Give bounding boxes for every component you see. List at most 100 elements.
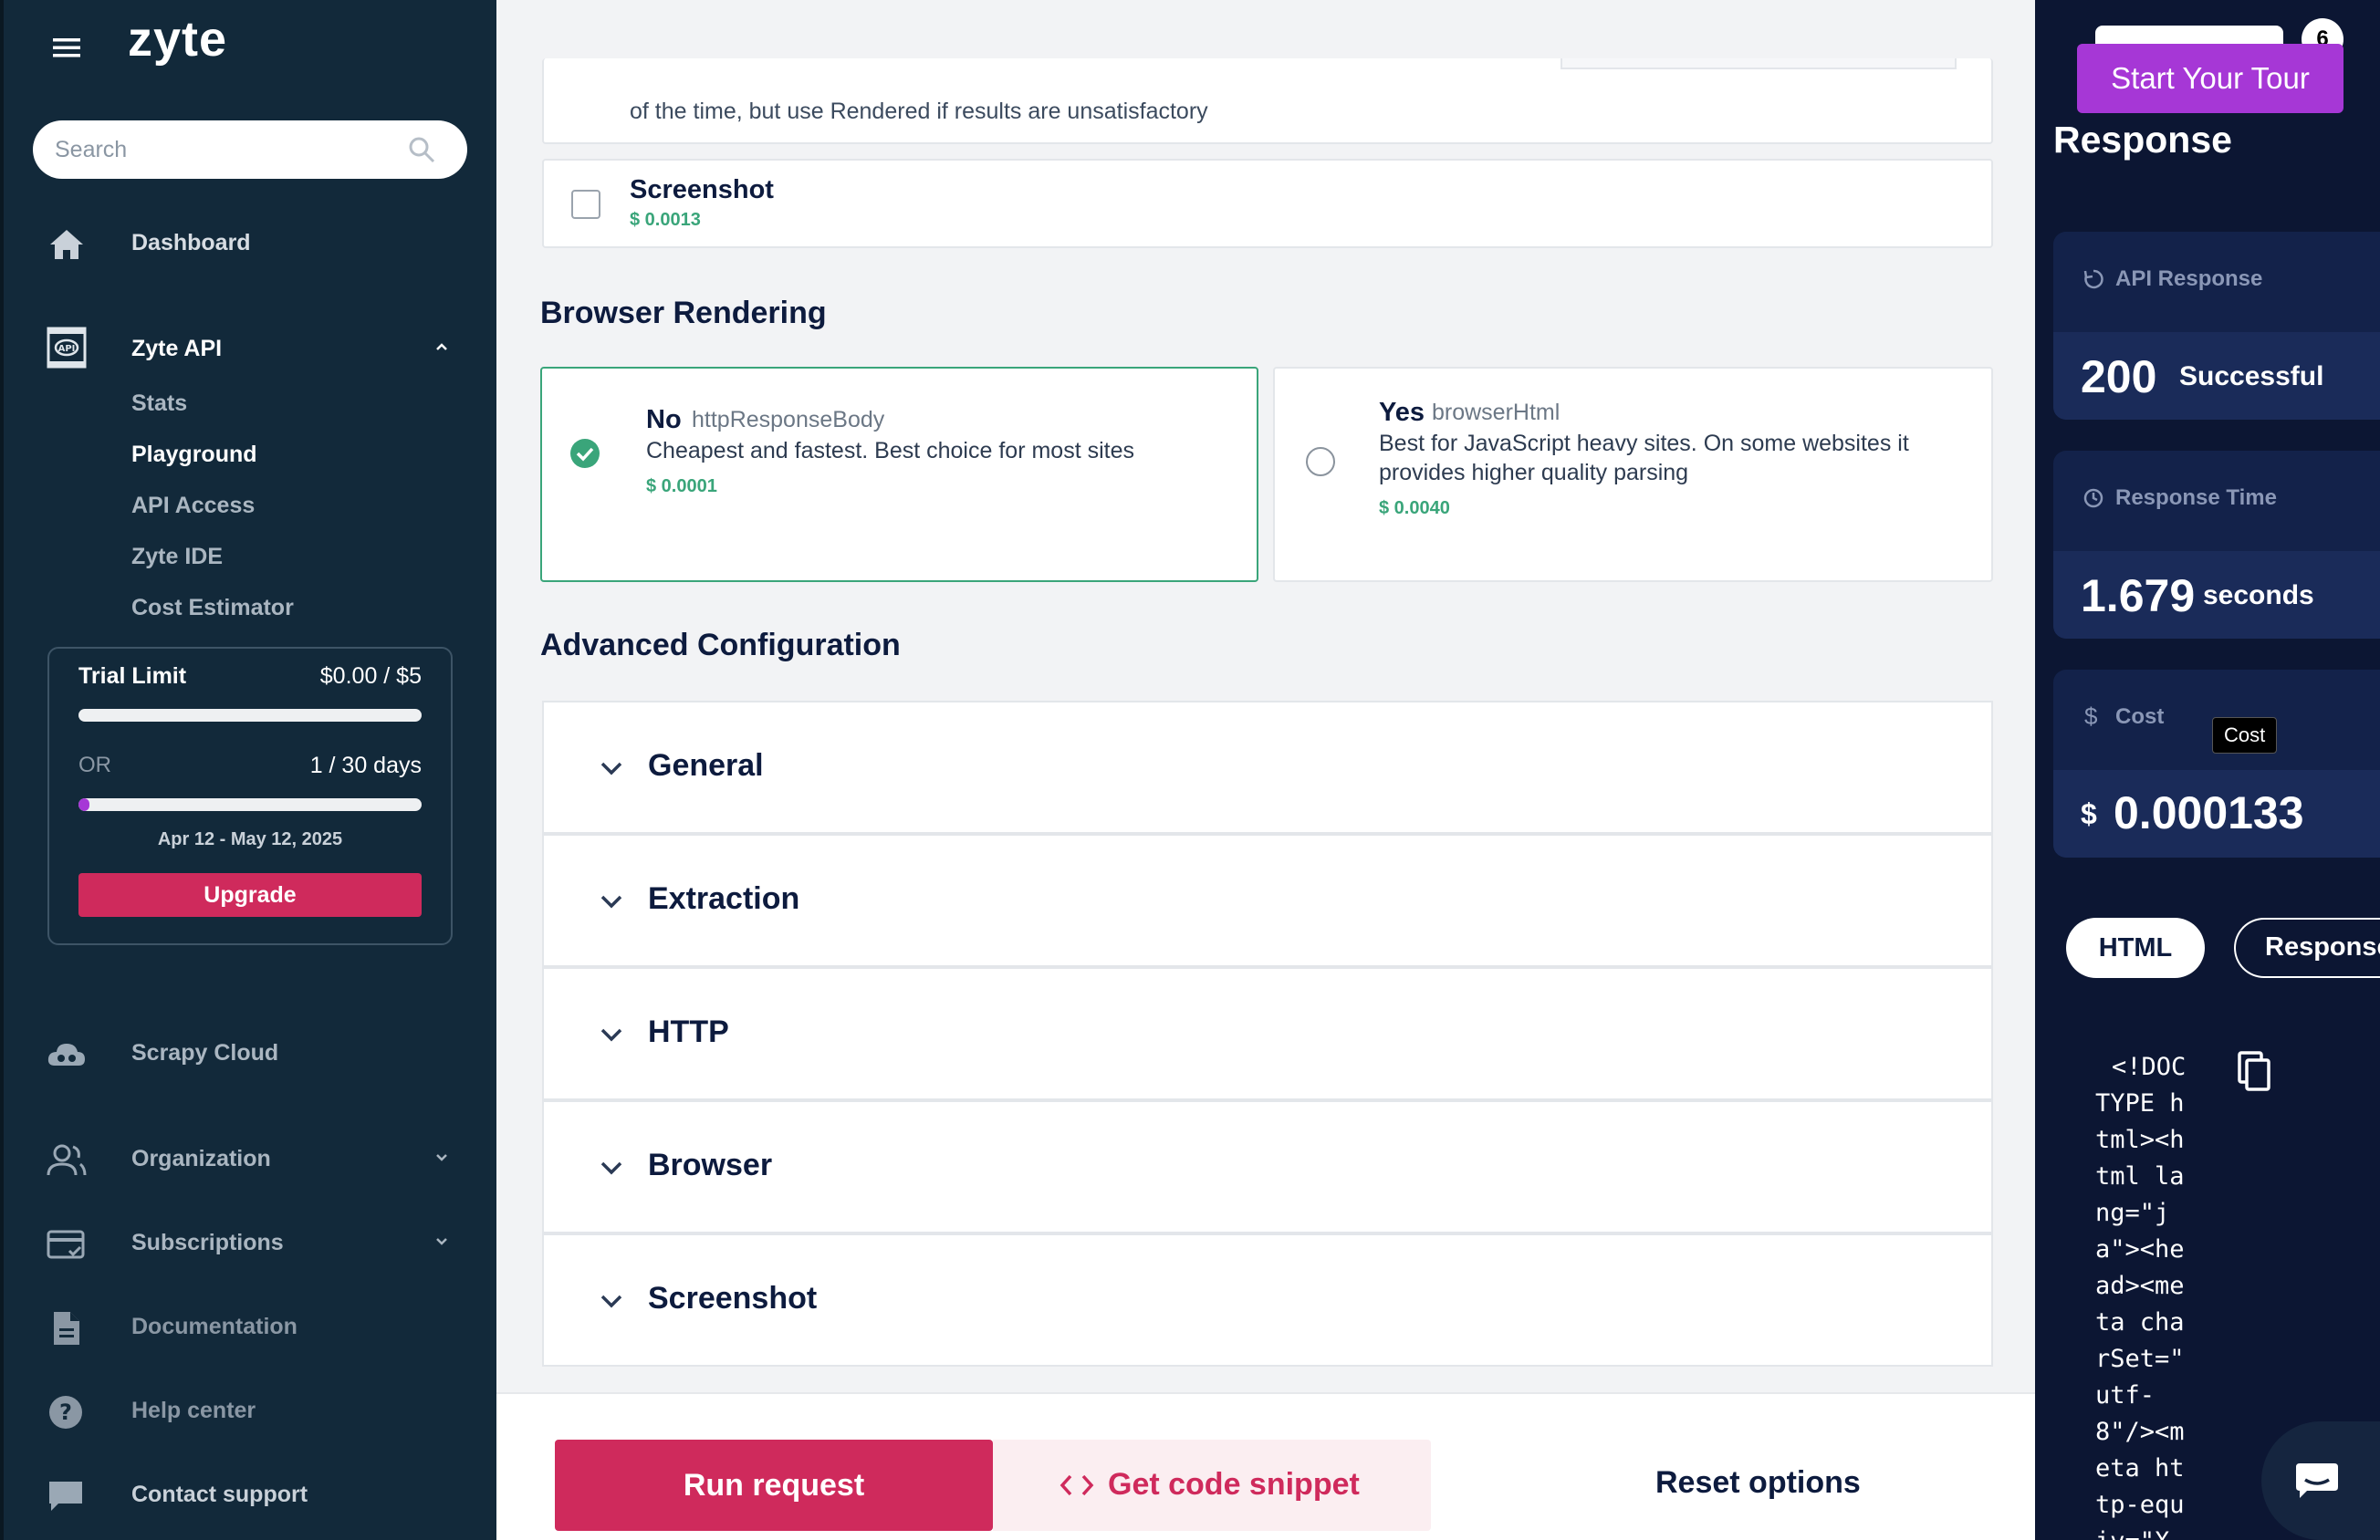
run-request-button[interactable]: Run request xyxy=(555,1440,993,1531)
screenshot-checkbox[interactable] xyxy=(571,190,600,219)
nav-documentation[interactable]: Documentation xyxy=(0,1297,496,1356)
code-line: iv="X xyxy=(2095,1524,2214,1540)
code-line: eta ht xyxy=(2095,1454,2185,1483)
card-icon xyxy=(46,1226,88,1263)
nav-contact-support-label: Contact support xyxy=(131,1482,308,1507)
get-code-snippet-button[interactable]: Get code snippet xyxy=(993,1440,1431,1531)
partial-option-field xyxy=(1561,58,1957,69)
api-icon: API xyxy=(46,325,88,372)
start-tour-button[interactable]: Start Your Tour xyxy=(2077,44,2343,113)
sub-item-cost-estimator[interactable]: Cost Estimator xyxy=(131,595,294,621)
browser-rendering-heading: Browser Rendering xyxy=(540,296,827,330)
menu-icon[interactable] xyxy=(51,35,82,60)
rendering-option-yes[interactable]: Yes browserHtml Best for JavaScript heav… xyxy=(1273,367,1993,582)
code-icon xyxy=(1059,1471,1095,1500)
nav-zyte-api[interactable]: API Zyte API xyxy=(0,319,496,378)
trial-amount: $0.00 / $5 xyxy=(319,663,422,689)
response-time-card: Response Time 1.679 seconds xyxy=(2053,451,2380,639)
cloud-icon xyxy=(46,1036,88,1073)
nav-help-center-label: Help center xyxy=(131,1398,256,1423)
nav-subscriptions-label: Subscriptions xyxy=(131,1230,284,1255)
logo[interactable]: zyte xyxy=(128,11,227,68)
trial-days: 1 / 30 days xyxy=(309,753,422,778)
accordion-screenshot[interactable]: Screenshot xyxy=(542,1233,1993,1367)
nav-contact-support[interactable]: Contact support xyxy=(0,1465,496,1524)
code-line: TYPE h xyxy=(2095,1089,2185,1118)
cost-label: Cost xyxy=(2115,704,2165,729)
screenshot-price: $ 0.0013 xyxy=(630,210,701,230)
cost-card: $ Cost Cost $ 0.000133 xyxy=(2053,670,2380,858)
accordion-extraction[interactable]: Extraction xyxy=(542,834,1993,967)
chat-widget-button[interactable] xyxy=(2261,1421,2380,1540)
code-line: ng="j xyxy=(2095,1199,2170,1227)
rendering-no-price: $ 0.0001 xyxy=(646,476,717,496)
nav-help-center[interactable]: ? Help center xyxy=(0,1381,496,1440)
tab-response-label: Response xyxy=(2265,932,2380,962)
rendering-option-no[interactable]: No httpResponseBody Cheapest and fastest… xyxy=(540,367,1258,582)
cost-tooltip: Cost xyxy=(2212,717,2278,754)
rendering-yes-price: $ 0.0040 xyxy=(1379,498,1450,518)
search-input[interactable]: Search xyxy=(55,137,127,163)
search-box[interactable]: Search xyxy=(33,120,467,179)
sub-item-api-access[interactable]: API Access xyxy=(131,493,255,519)
upgrade-button[interactable]: Upgrade xyxy=(78,873,422,917)
chevron-down-icon xyxy=(599,755,624,781)
help-icon: ? xyxy=(46,1394,88,1431)
tab-response[interactable]: Response xyxy=(2234,918,2380,978)
action-footer: Run request Get code snippet Reset optio… xyxy=(496,1392,2035,1540)
response-time-unit: seconds xyxy=(2203,580,2314,610)
nav-scrapy-cloud[interactable]: Scrapy Cloud xyxy=(0,1024,496,1082)
code-line: ad><me xyxy=(2095,1272,2185,1300)
tab-html[interactable]: HTML xyxy=(2066,918,2205,978)
rendering-yes-title: Yes xyxy=(1379,398,1425,427)
code-line: ta cha xyxy=(2095,1308,2185,1337)
code-line: rSet=" xyxy=(2095,1345,2185,1373)
nav-subscriptions[interactable]: Subscriptions xyxy=(0,1213,496,1272)
copy-icon[interactable] xyxy=(2236,1051,2272,1093)
clock-icon xyxy=(2082,487,2104,509)
response-title: Response xyxy=(2053,119,2232,161)
nav-zyte-api-label: Zyte API xyxy=(131,336,223,361)
rendering-yes-sub: browserHtml xyxy=(1432,400,1561,425)
nav-dashboard[interactable]: Dashboard xyxy=(0,213,496,272)
reset-options-button[interactable]: Reset options xyxy=(1655,1465,1861,1501)
refresh-icon xyxy=(2082,268,2104,290)
trial-limit-card: Trial Limit $0.00 / $5 OR 1 / 30 days Ap… xyxy=(47,647,453,945)
users-icon xyxy=(46,1142,88,1179)
screenshot-option[interactable]: Screenshot $ 0.0013 xyxy=(542,159,1993,248)
days-progress-fill xyxy=(78,798,90,811)
search-icon[interactable] xyxy=(407,135,436,164)
accordion-screenshot-title: Screenshot xyxy=(648,1281,818,1316)
cost-value: 0.000133 xyxy=(2114,787,2304,838)
get-code-snippet-label: Get code snippet xyxy=(1108,1467,1360,1502)
nav-dashboard-label: Dashboard xyxy=(131,230,251,255)
nav-scrapy-cloud-label: Scrapy Cloud xyxy=(131,1040,279,1066)
code-line: <!DOC xyxy=(2112,1053,2187,1081)
accordion-http[interactable]: HTTP xyxy=(542,967,1993,1100)
rendering-no-sub: httpResponseBody xyxy=(692,407,885,432)
accordion-general-title: General xyxy=(648,748,764,783)
chevron-down-icon[interactable] xyxy=(433,1148,451,1166)
api-response-status: Successful xyxy=(2179,361,2324,391)
sub-item-zyte-ide[interactable]: Zyte IDE xyxy=(131,544,223,570)
sub-item-playground[interactable]: Playground xyxy=(131,442,257,468)
chevron-down-icon[interactable] xyxy=(433,1232,451,1250)
check-icon xyxy=(569,438,600,469)
document-icon xyxy=(46,1310,88,1347)
chevron-down-icon xyxy=(599,889,624,914)
sub-item-stats[interactable]: Stats xyxy=(131,390,187,417)
code-line: tml><h xyxy=(2095,1126,2185,1154)
chevron-up-icon[interactable] xyxy=(433,338,451,356)
partial-option-card: of the time, but use Rendered if results… xyxy=(542,58,1993,144)
html-code-view[interactable]: <!DOC TYPE h tml><h tml la ng="j a"><he … xyxy=(2095,1049,2214,1540)
rendering-no-desc: Cheapest and fastest. Best choice for mo… xyxy=(646,438,1134,463)
accordion-general[interactable]: General xyxy=(542,701,1993,834)
accordion-browser[interactable]: Browser xyxy=(542,1100,1993,1233)
code-line: utf- xyxy=(2095,1381,2156,1410)
rendering-no-title: No xyxy=(646,405,682,434)
days-progress-bar xyxy=(78,798,422,811)
rendering-yes-radio[interactable] xyxy=(1306,447,1335,476)
nav-organization[interactable]: Organization xyxy=(0,1129,496,1188)
code-line: tml la xyxy=(2095,1162,2185,1191)
chevron-down-icon xyxy=(599,1155,624,1181)
